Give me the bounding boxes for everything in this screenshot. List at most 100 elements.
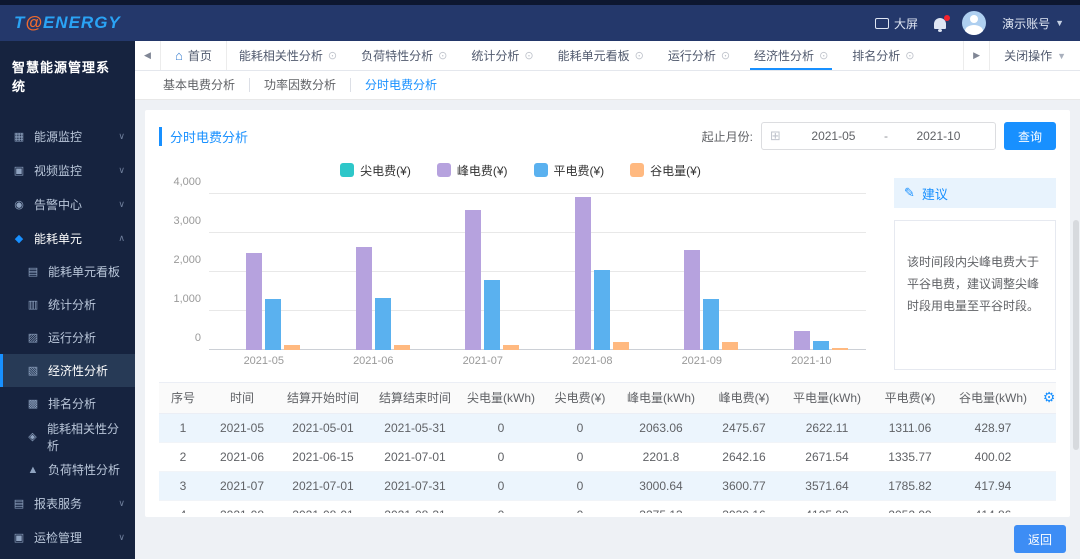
report-icon: ▤	[13, 497, 25, 510]
video-monitor-icon: ▣	[13, 164, 25, 177]
bar[interactable]	[503, 344, 520, 350]
y-axis-tick-label: 4,000	[173, 176, 201, 188]
tab-correlation-analysis[interactable]: 能耗相关性分析 ⊙	[227, 41, 349, 70]
bar[interactable]	[284, 344, 301, 350]
tab-economic-analysis[interactable]: 经济性分析 ⊙	[742, 41, 840, 70]
subtab-time-of-use[interactable]: 分时电费分析	[351, 78, 451, 92]
bar[interactable]	[246, 253, 263, 350]
bar-group: 2021-10	[757, 194, 867, 367]
tab-close-icon[interactable]: ⊙	[635, 49, 644, 62]
table-row[interactable]: 2 2021-06 2021-06-15 2021-07-01 0 0 2201.8 2642…	[159, 442, 1056, 472]
sidebar-item-unit-dashboard[interactable]: ▤ 能耗单元看板	[0, 255, 135, 288]
start-month-value[interactable]: 2021-05	[785, 129, 882, 143]
sidebar-item-energy-unit[interactable]: ◆ 能耗单元 ∧	[0, 221, 135, 255]
sidebar-item-report-service[interactable]: ▤ 报表服务 ∨	[0, 486, 135, 520]
tab-label: 能耗相关性分析	[238, 49, 323, 63]
subtab-basic-fee[interactable]: 基本电费分析	[149, 78, 251, 92]
sidebar-item-maintenance-mgmt[interactable]: ▣ 运检管理 ∨	[0, 520, 135, 554]
legend-item[interactable]: 尖电费(¥)	[340, 162, 411, 179]
home-icon: ⌂	[175, 48, 183, 63]
bar[interactable]	[812, 341, 829, 350]
table-row[interactable]: 3 2021-07 2021-07-01 2021-07-31 0 0 3000.64 360…	[159, 471, 1056, 501]
table-cell: 2021-05-31	[369, 413, 461, 443]
table-settings-gear-icon[interactable]: ⚙	[1043, 389, 1056, 405]
table-row[interactable]: 42021-082021-08-012021-08-31003275.13393…	[159, 500, 1056, 513]
alarm-center-icon: ◉	[14, 198, 24, 211]
legend-item[interactable]: 谷电量(¥)	[630, 162, 701, 179]
card-header: 分时电费分析 起止月份: ⊞ 2021-05 - 2021-10 查询	[159, 120, 1056, 152]
tab-unit-dashboard[interactable]: 能耗单元看板 ⊙	[546, 41, 656, 70]
tab-home[interactable]: ⌂ 首页	[161, 41, 227, 70]
end-month-value[interactable]: 2021-10	[890, 129, 987, 143]
table-cell: 1	[159, 413, 207, 443]
table-row[interactable]: 1 2021-05 2021-05-01 2021-05-31 0 0 2063.06 247…	[159, 413, 1056, 443]
tab-close-icon[interactable]: ⊙	[328, 49, 337, 62]
back-button[interactable]: 返回	[1013, 525, 1066, 553]
tab-load-analysis[interactable]: 负荷特性分析 ⊙	[349, 41, 459, 70]
scrollbar[interactable]	[1073, 220, 1079, 450]
table-cell: 2622.11	[785, 413, 869, 443]
bar[interactable]	[484, 280, 501, 350]
sidebar-item-video-monitor[interactable]: ▣ 视频监控 ∨	[0, 153, 135, 187]
tab-close-icon[interactable]: ⊙	[819, 49, 828, 62]
table-cell: 3571.64	[785, 471, 869, 501]
subtab-power-factor[interactable]: 功率因数分析	[250, 78, 352, 92]
chevron-down-icon: ∨	[118, 164, 125, 175]
bar[interactable]	[374, 297, 391, 350]
account-menu[interactable]: 演示账号 ▼	[1002, 15, 1064, 32]
close-operations-label: 关闭操作	[1004, 49, 1053, 63]
bar[interactable]	[593, 269, 610, 350]
close-operations-menu[interactable]: 关闭操作 ▼	[989, 41, 1080, 70]
table-cell: 1335.77	[869, 442, 951, 472]
table-cell: 1311.06	[869, 413, 951, 443]
sidebar-item-stats-analysis[interactable]: ▥ 统计分析	[0, 288, 135, 321]
user-avatar[interactable]	[962, 11, 987, 35]
tabs-scroll-left-icon[interactable]: ◀	[135, 41, 161, 70]
tab-stats-analysis[interactable]: 统计分析 ⊙	[459, 41, 545, 70]
query-button[interactable]: 查询	[1003, 122, 1056, 150]
tab-operation-analysis[interactable]: 运行分析 ⊙	[656, 41, 742, 70]
bar[interactable]	[465, 209, 482, 350]
sidebar-item-operation-analysis[interactable]: ▨ 运行分析	[0, 321, 135, 354]
bar[interactable]	[722, 341, 739, 350]
sidebar-item-front-system[interactable]: ▦前置系统∨	[0, 554, 135, 559]
bar[interactable]	[574, 196, 591, 350]
sidebar-item-load-analysis[interactable]: ▲ 负荷特性分析	[0, 453, 135, 486]
table-cell: 2052.99	[869, 500, 951, 513]
open-tabs: 能耗相关性分析 ⊙ 负荷特性分析 ⊙ 统计分析 ⊙ 能耗单元看板 ⊙ 运行分析 ⊙ 经济性分析 ⊙ 排名…	[227, 41, 927, 70]
legend-item[interactable]: 平电费(¥)	[533, 162, 604, 179]
table-cell: 2021-08-01	[277, 500, 369, 513]
legend-label: 峰电费(¥)	[456, 163, 508, 178]
sidebar-item-alarm-center[interactable]: ◉ 告警中心 ∨	[0, 187, 135, 221]
notifications-button[interactable]	[934, 14, 951, 32]
bar[interactable]	[703, 298, 720, 350]
bar[interactable]	[355, 246, 372, 350]
tab-label: 负荷特性分析	[361, 49, 434, 63]
sidebar-item-energy-monitor[interactable]: ▦ 能源监控 ∨	[0, 119, 135, 153]
tab-close-icon[interactable]: ⊙	[438, 49, 447, 62]
chevron-down-icon: ∨	[118, 130, 125, 141]
legend-item[interactable]: 峰电费(¥)	[436, 162, 508, 179]
ranking-icon: ▩	[27, 398, 39, 410]
bar[interactable]	[793, 331, 810, 350]
sidebar-item-ranking-analysis[interactable]: ▩ 排名分析	[0, 387, 135, 420]
table-cell: 0	[461, 500, 541, 513]
table-cell: 0	[541, 500, 619, 513]
chevron-down-icon: ∨	[118, 198, 125, 209]
month-range-picker[interactable]: ⊞ 2021-05 - 2021-10	[760, 122, 996, 150]
big-screen-button[interactable]: 大屏	[875, 15, 918, 32]
bar[interactable]	[831, 348, 848, 350]
sidebar-item-correlation-analysis[interactable]: ◈ 能耗相关性分析	[0, 420, 135, 453]
tabs-scroll-right-icon[interactable]: ▶	[963, 41, 989, 70]
tab-close-icon[interactable]: ⊙	[721, 49, 730, 62]
tab-close-icon[interactable]: ⊙	[905, 49, 914, 62]
main-area: ◀ ⌂ 首页 能耗相关性分析 ⊙ 负荷特性分析 ⊙ 统计分析 ⊙ 能耗单元看板 ⊙ 运行分析 ⊙ 经…	[135, 41, 1080, 559]
tab-close-icon[interactable]: ⊙	[524, 49, 533, 62]
bar[interactable]	[684, 250, 701, 350]
tab-ranking-analysis[interactable]: 排名分析 ⊙	[840, 41, 926, 70]
bar[interactable]	[265, 298, 282, 350]
column-header: 平电费(¥)	[869, 383, 951, 414]
sidebar-item-economic-analysis[interactable]: ▧ 经济性分析	[0, 354, 135, 387]
bar[interactable]	[393, 344, 410, 350]
bar[interactable]	[612, 342, 629, 350]
